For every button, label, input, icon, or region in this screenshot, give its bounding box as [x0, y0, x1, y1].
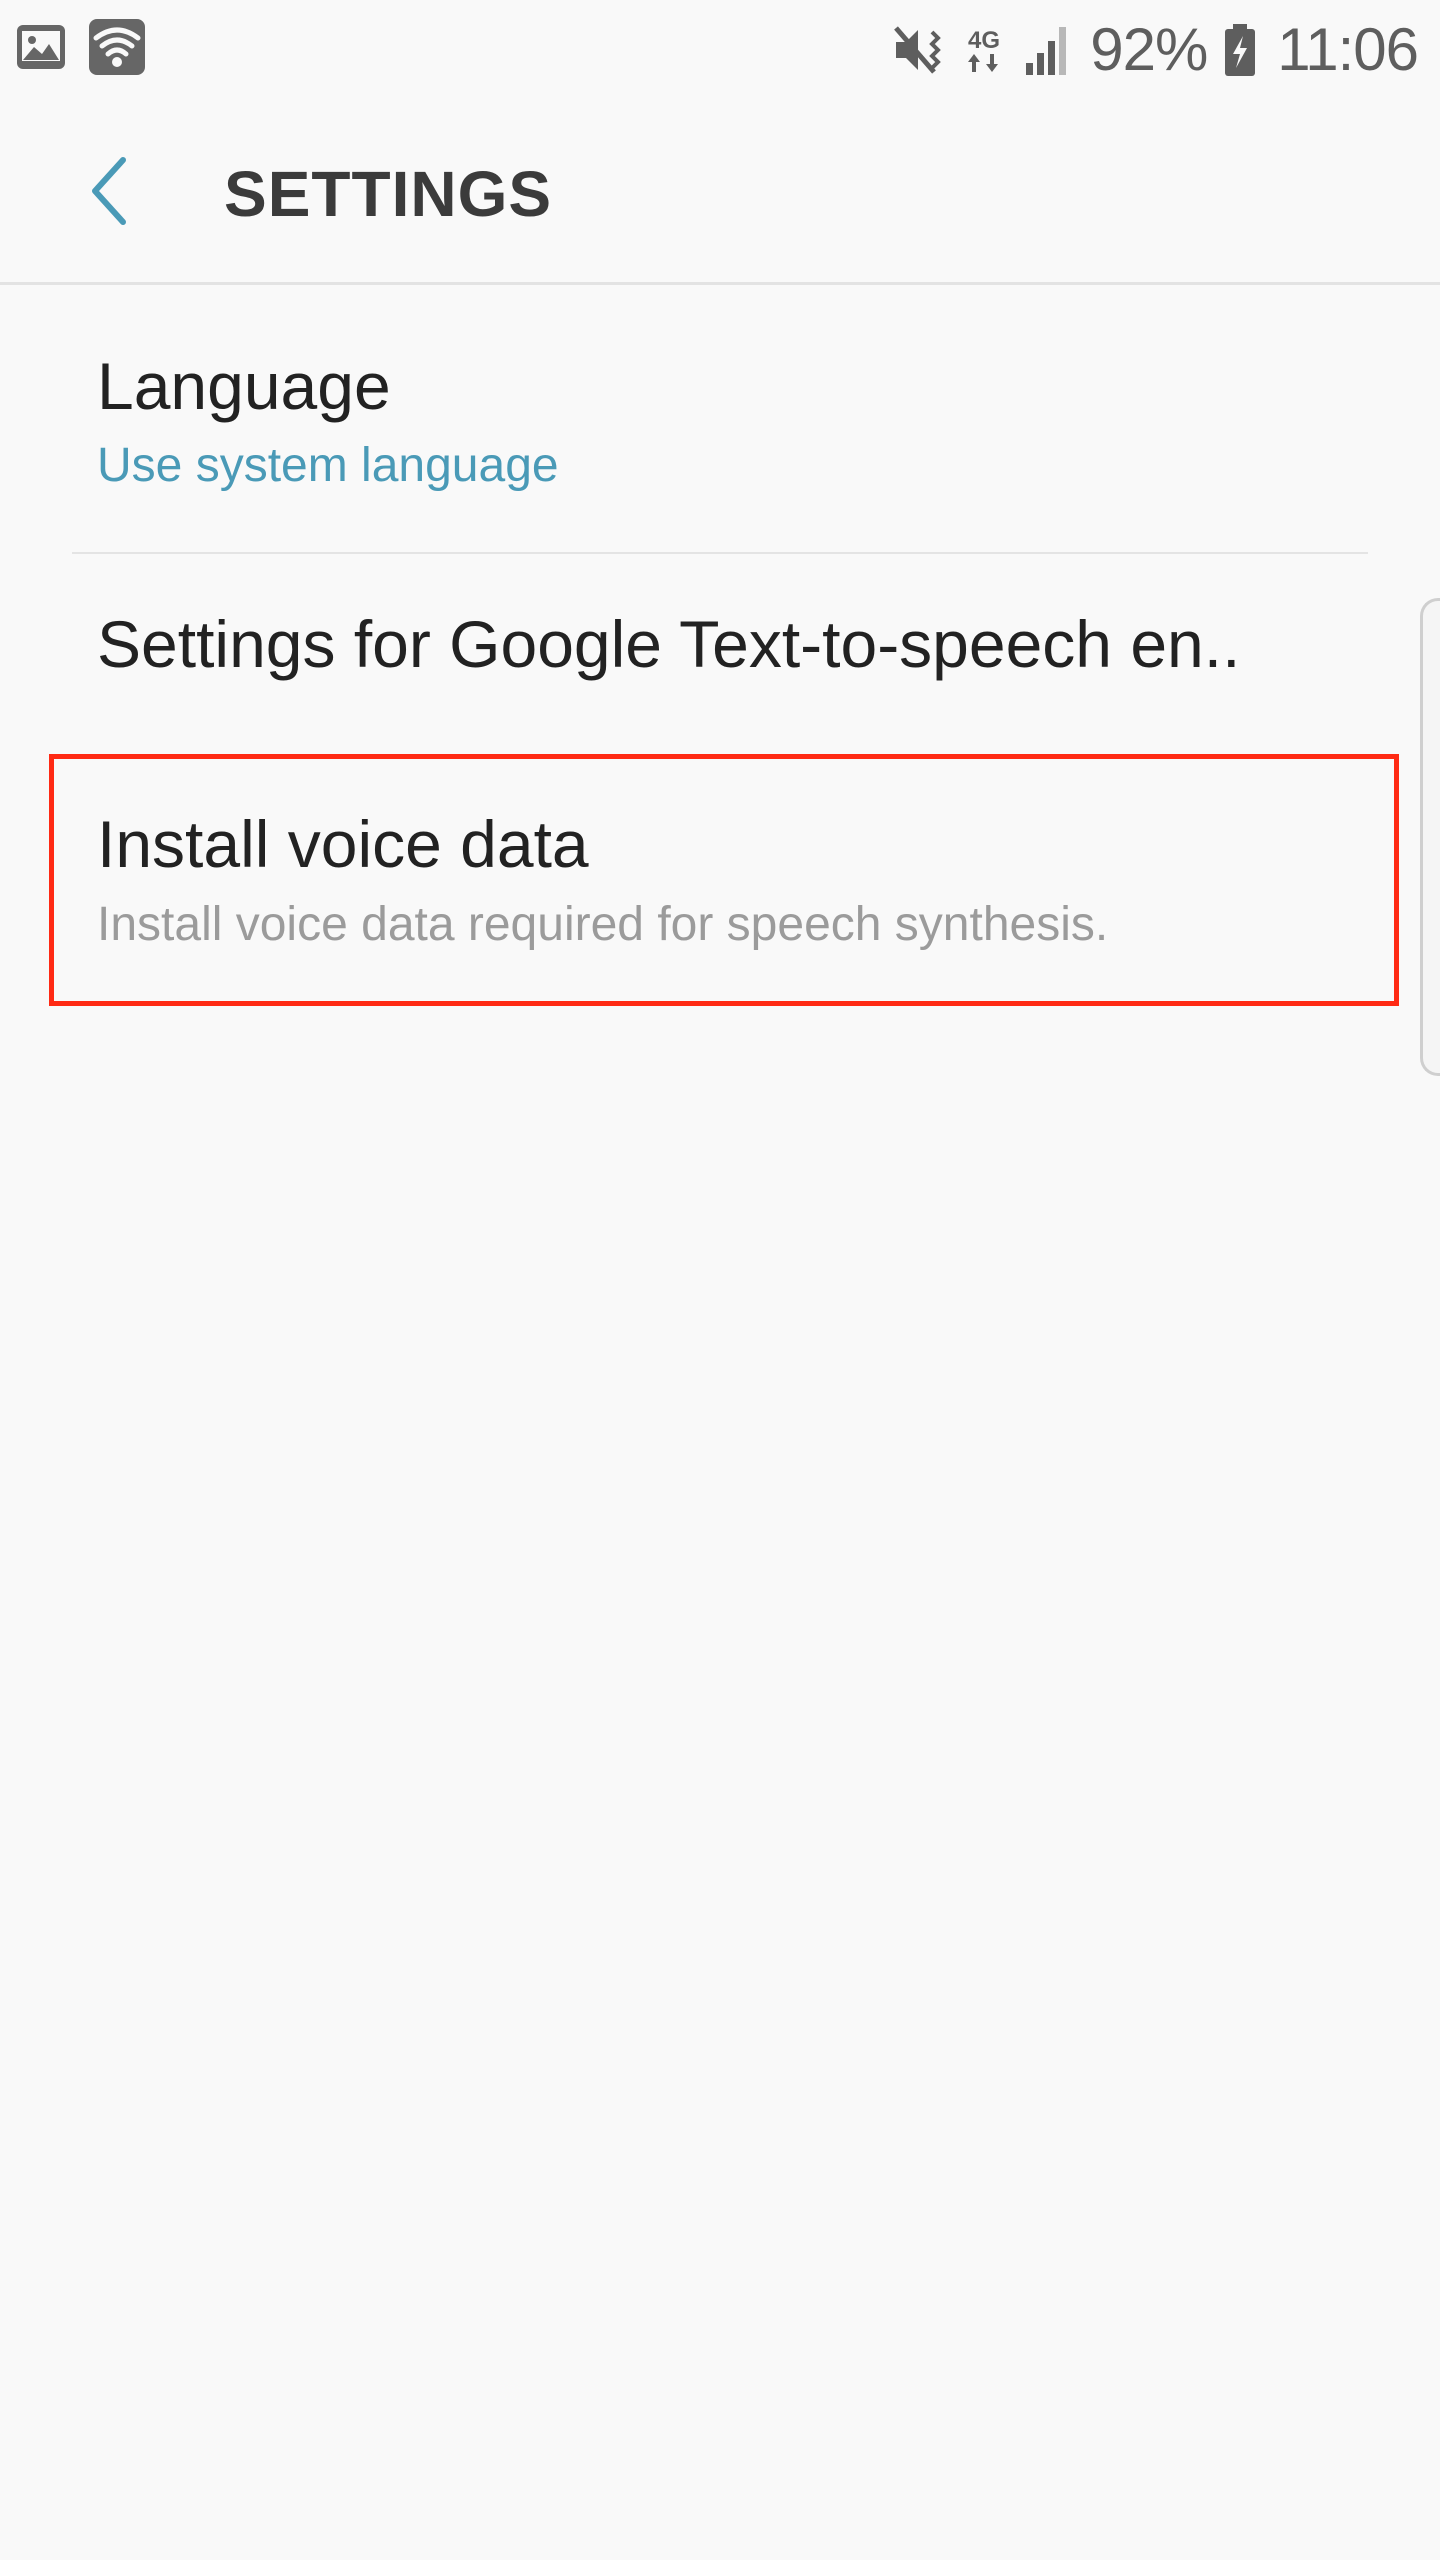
chevron-left-icon — [85, 154, 135, 233]
gallery-notification-icon — [16, 22, 66, 72]
status-bar: 4G 92% 11:06 — [0, 0, 1440, 100]
battery-percentage: 92% — [1090, 16, 1208, 83]
language-title: Language — [97, 349, 391, 423]
edge-panel-handle[interactable] — [1420, 598, 1440, 1076]
signal-strength-icon — [1024, 23, 1074, 77]
svg-text:4G: 4G — [968, 27, 1000, 54]
status-bar-right: 4G 92% 11:06 — [892, 14, 1419, 86]
page-title: SETTINGS — [224, 158, 553, 230]
status-bar-left — [16, 18, 146, 76]
vibrate-mute-icon — [892, 22, 948, 78]
battery-charging-icon — [1223, 22, 1257, 78]
network-4g-icon: 4G — [964, 22, 1008, 78]
language-value: Use system language — [97, 439, 559, 492]
app-bar: SETTINGS — [0, 100, 1440, 285]
install-voice-data-title: Install voice data — [97, 807, 589, 881]
install-voice-data-summary: Install voice data required for speech s… — [97, 898, 1109, 951]
status-clock: 11:06 — [1277, 16, 1419, 83]
install-voice-data-item[interactable]: Install voice data Install voice data re… — [0, 750, 1440, 1004]
engine-settings-item[interactable]: Settings for Google Text-to-speech en.. — [0, 554, 1440, 750]
language-setting[interactable]: Language Use system language — [0, 288, 1440, 553]
engine-settings-title: Settings for Google Text-to-speech en.. — [97, 607, 1241, 681]
wifi-notification-icon — [88, 18, 146, 76]
back-button[interactable] — [70, 148, 150, 238]
